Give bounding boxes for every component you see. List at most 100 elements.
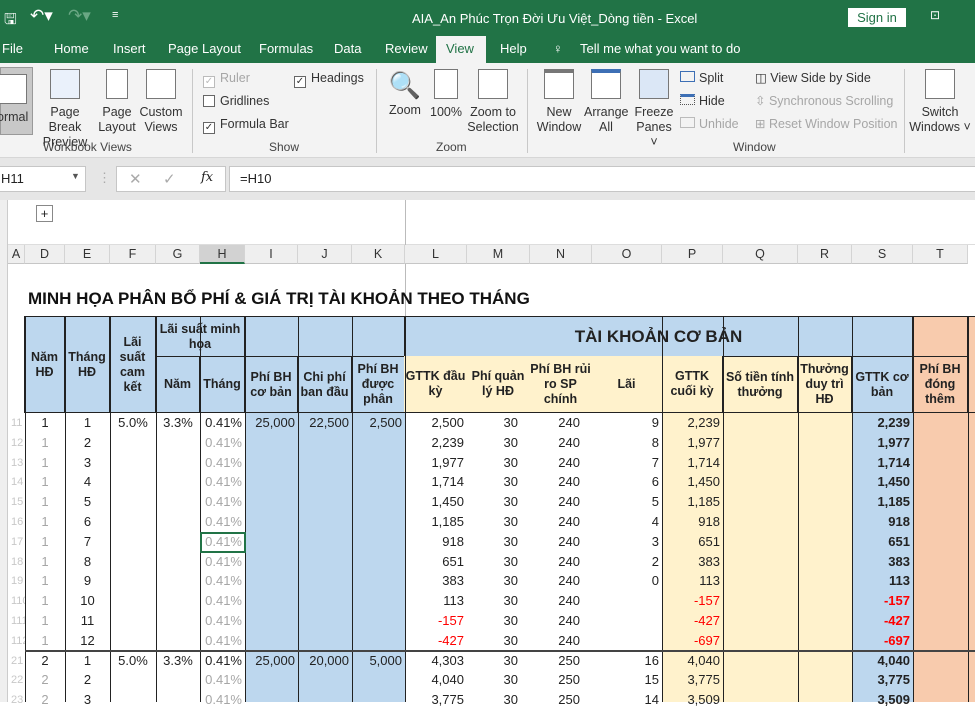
cell-D[interactable]: 1 <box>25 532 65 552</box>
cell-A[interactable]: 12 <box>8 433 25 453</box>
cell-M[interactable]: 30 <box>467 492 530 512</box>
cell-O[interactable]: 3 <box>592 532 662 552</box>
cell-D[interactable]: 2 <box>25 690 65 710</box>
cell-H[interactable]: 0.41% <box>200 631 245 651</box>
cell-G[interactable]: 3.3% <box>156 651 200 671</box>
cell-D[interactable]: 1 <box>25 552 65 572</box>
cell-M[interactable]: 30 <box>467 631 530 651</box>
cell-P[interactable]: 3,509 <box>662 690 723 710</box>
column-header-L[interactable]: L <box>405 245 467 264</box>
tab-view[interactable]: View <box>436 36 486 63</box>
cell-E[interactable]: 10 <box>65 591 110 611</box>
cell-L[interactable]: 1,714 <box>405 472 467 492</box>
cell-N[interactable]: 240 <box>530 532 592 552</box>
column-header-Q[interactable]: Q <box>723 245 798 264</box>
column-header-M[interactable]: M <box>467 245 530 264</box>
cell-A[interactable]: 112 <box>8 631 25 651</box>
cell-N[interactable]: 240 <box>530 591 592 611</box>
cell-O[interactable]: 0 <box>592 571 662 591</box>
cell-L[interactable]: -427 <box>405 631 467 651</box>
cell-P[interactable]: -427 <box>662 611 723 631</box>
cell-E[interactable]: 8 <box>65 552 110 572</box>
cell-A[interactable]: 111 <box>8 611 25 631</box>
cell-N[interactable]: 240 <box>530 433 592 453</box>
expand-group-icon[interactable]: + <box>36 205 53 222</box>
cell-P[interactable]: 651 <box>662 532 723 552</box>
arrange-all-button[interactable]: Arrange All <box>584 67 628 135</box>
cell-E[interactable]: 12 <box>65 631 110 651</box>
cell-O[interactable]: 8 <box>592 433 662 453</box>
cell-S[interactable]: 113 <box>852 571 913 591</box>
cell-S[interactable]: 1,185 <box>852 492 913 512</box>
cell-I[interactable]: 25,000 <box>245 413 298 433</box>
cell-O[interactable]: 2 <box>592 552 662 572</box>
cell-S[interactable]: -157 <box>852 591 913 611</box>
column-header-P[interactable]: P <box>662 245 723 264</box>
column-header-O[interactable]: O <box>592 245 662 264</box>
cell-N[interactable]: 250 <box>530 651 592 671</box>
cell-P[interactable]: 4,040 <box>662 651 723 671</box>
cell-L[interactable]: -157 <box>405 611 467 631</box>
cell-D[interactable]: 1 <box>25 413 65 433</box>
zoom-100-button[interactable]: 100% <box>428 67 464 120</box>
customize-qat-icon[interactable]: ≡ <box>112 9 118 21</box>
cell-S[interactable]: 2,239 <box>852 413 913 433</box>
column-header-S[interactable]: S <box>852 245 913 264</box>
undo-icon[interactable]: ↶▾ <box>30 6 53 26</box>
cell-M[interactable]: 30 <box>467 651 530 671</box>
cell-L[interactable]: 1,977 <box>405 453 467 473</box>
tab-insert[interactable]: Insert <box>113 41 146 56</box>
tab-data[interactable]: Data <box>334 41 361 56</box>
cell-K[interactable]: 2,500 <box>352 413 405 433</box>
cell-M[interactable]: 30 <box>467 670 530 690</box>
cell-H[interactable]: 0.41% <box>200 512 245 532</box>
cell-D[interactable]: 1 <box>25 453 65 473</box>
cell-H[interactable]: 0.41% <box>200 611 245 631</box>
cell-H[interactable]: 0.41% <box>200 591 245 611</box>
cell-S[interactable]: -427 <box>852 611 913 631</box>
cell-S[interactable]: 4,040 <box>852 651 913 671</box>
hide-button[interactable]: Hide <box>680 94 725 109</box>
column-header-R[interactable]: R <box>798 245 852 264</box>
cell-M[interactable]: 30 <box>467 453 530 473</box>
cell-H[interactable]: 0.41% <box>200 453 245 473</box>
cell-S[interactable]: 918 <box>852 512 913 532</box>
cell-O[interactable]: 6 <box>592 472 662 492</box>
column-header-D[interactable]: D <box>25 245 65 264</box>
cell-N[interactable]: 240 <box>530 472 592 492</box>
custom-views-button[interactable]: Custom Views <box>138 67 184 135</box>
cell-L[interactable]: 1,185 <box>405 512 467 532</box>
tab-help[interactable]: Help <box>500 41 527 56</box>
cell-M[interactable]: 30 <box>467 472 530 492</box>
cell-L[interactable]: 2,239 <box>405 433 467 453</box>
worksheet[interactable]: + MINH HỌA PHÂN BỔ PHÍ & GIÁ TRỊ TÀI KHO… <box>0 200 975 707</box>
cell-M[interactable]: 30 <box>467 512 530 532</box>
cell-O[interactable]: 9 <box>592 413 662 433</box>
page-break-preview-button[interactable]: Page Break Preview <box>36 67 94 150</box>
cell-H[interactable]: 0.41% <box>200 413 245 433</box>
cell-E[interactable]: 2 <box>65 433 110 453</box>
cell-D[interactable]: 1 <box>25 631 65 651</box>
cell-S[interactable]: 3,775 <box>852 670 913 690</box>
tab-file[interactable]: File <box>2 41 23 56</box>
switch-windows-button[interactable]: Switch Windows ˅ <box>908 67 972 135</box>
cell-H[interactable]: 0.41% <box>200 651 245 671</box>
cell-N[interactable]: 250 <box>530 690 592 710</box>
cell-D[interactable]: 1 <box>25 433 65 453</box>
cell-D[interactable]: 1 <box>25 611 65 631</box>
cell-E[interactable]: 2 <box>65 670 110 690</box>
cell-P[interactable]: 918 <box>662 512 723 532</box>
cell-H[interactable]: 0.41% <box>200 472 245 492</box>
cell-P[interactable]: 383 <box>662 552 723 572</box>
cell-D[interactable]: 1 <box>25 492 65 512</box>
cell-M[interactable]: 30 <box>467 611 530 631</box>
cell-O[interactable]: 15 <box>592 670 662 690</box>
cell-D[interactable]: 2 <box>25 670 65 690</box>
cell-S[interactable]: -697 <box>852 631 913 651</box>
column-header-T[interactable]: T <box>913 245 968 264</box>
enter-icon[interactable]: ✓ <box>163 170 176 188</box>
cell-D[interactable]: 2 <box>25 651 65 671</box>
zoom-button[interactable]: 🔍 Zoom <box>386 67 424 118</box>
cell-L[interactable]: 918 <box>405 532 467 552</box>
formula-bar-checkbox[interactable]: ✓ Formula Bar <box>203 117 289 134</box>
